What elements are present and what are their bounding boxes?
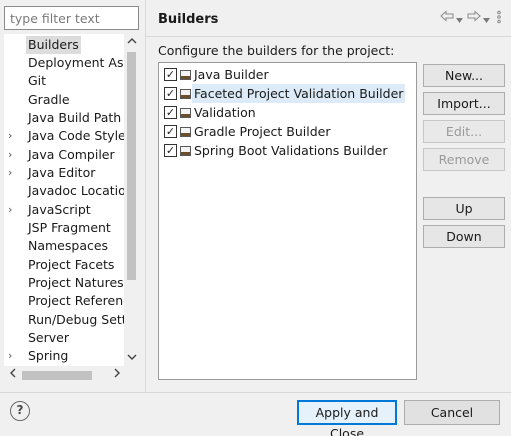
- tree-item-label: Deployment Assembly: [28, 55, 124, 70]
- builder-icon: [180, 146, 191, 156]
- chevron-down-icon[interactable]: [124, 352, 139, 366]
- preference-tree: Builders Deployment Assembly Git Gradle …: [4, 34, 139, 384]
- builder-row-spring-boot-validations[interactable]: ✓ Spring Boot Validations Builder: [161, 141, 413, 160]
- tree-item-label: Javadoc Location: [28, 183, 124, 198]
- chevron-up-icon[interactable]: [124, 36, 139, 50]
- tree-item-label: Gradle: [28, 92, 70, 107]
- tree-item-label: Run/Debug Settings: [28, 312, 124, 327]
- tree-item-server[interactable]: Server: [4, 329, 124, 347]
- builder-label: Spring Boot Validations Builder: [194, 143, 388, 158]
- back-arrow-icon[interactable]: [440, 10, 454, 25]
- tree-horizontal-scrollbar[interactable]: [4, 366, 139, 384]
- tree-item-label: Server: [28, 330, 69, 345]
- builder-checkbox[interactable]: ✓: [164, 87, 177, 100]
- builder-label: Faceted Project Validation Builder: [192, 84, 406, 103]
- expand-arrow-icon[interactable]: ›: [8, 146, 18, 164]
- builder-checkbox[interactable]: ✓: [164, 68, 177, 81]
- tree-item-spring[interactable]: › Spring: [4, 347, 124, 365]
- tree-item-label: Project Natures: [28, 275, 124, 290]
- title-separator: [146, 36, 511, 37]
- cancel-button[interactable]: Cancel: [404, 400, 500, 425]
- tree-item-label: Java Compiler: [28, 147, 115, 162]
- new-button[interactable]: New...: [423, 64, 505, 87]
- down-button[interactable]: Down: [423, 225, 505, 248]
- scroll-corner: [124, 366, 139, 384]
- tree-item-java-editor[interactable]: › Java Editor: [4, 164, 124, 182]
- edit-button[interactable]: Edit...: [423, 120, 505, 143]
- tree-item-java-code-style[interactable]: › Java Code Style: [4, 127, 124, 145]
- tree-item-label: Spring: [28, 348, 69, 363]
- tree-item-label: Git: [28, 73, 47, 88]
- builder-checkbox[interactable]: ✓: [164, 125, 177, 138]
- tree-item-label: Project References: [28, 293, 124, 308]
- builder-row-validation[interactable]: ✓ Validation: [161, 103, 413, 122]
- up-button[interactable]: Up: [423, 197, 505, 220]
- tree-item-project-natures[interactable]: Project Natures: [4, 274, 124, 292]
- tree-item-label: Namespaces: [28, 238, 109, 253]
- expand-arrow-icon[interactable]: ›: [8, 347, 18, 365]
- tree-item-label: Java Build Path: [28, 110, 122, 125]
- tree-item-label: JavaScript: [28, 202, 91, 217]
- tree-item-gradle[interactable]: Gradle: [4, 91, 124, 109]
- forward-arrow-icon[interactable]: [467, 10, 481, 25]
- apply-and-close-button[interactable]: Apply and Close: [297, 400, 397, 436]
- tree-item-label: Java Editor: [28, 165, 96, 180]
- tree-item-java-build-path[interactable]: Java Build Path: [4, 109, 124, 127]
- builder-row-gradle-project-builder[interactable]: ✓ Gradle Project Builder: [161, 122, 413, 141]
- tree-item-label: Builders: [26, 36, 81, 54]
- expand-arrow-icon[interactable]: ›: [8, 164, 18, 182]
- view-menu-icon[interactable]: [496, 10, 502, 27]
- builder-icon: [180, 108, 191, 118]
- builder-label: Java Builder: [194, 67, 269, 82]
- help-icon[interactable]: ?: [10, 401, 30, 421]
- tree-item-namespaces[interactable]: Namespaces: [4, 237, 124, 255]
- tree-item-label: Project Facets: [28, 257, 115, 272]
- filter-input[interactable]: [4, 6, 139, 30]
- builder-checkbox[interactable]: ✓: [164, 106, 177, 119]
- builder-checkbox[interactable]: ✓: [164, 144, 177, 157]
- vertical-scroll-thumb[interactable]: [127, 52, 136, 280]
- footer-separator: [0, 392, 511, 393]
- tree-item-jsp-fragment[interactable]: JSP Fragment: [4, 219, 124, 237]
- import-button[interactable]: Import...: [423, 92, 505, 115]
- tree-item-deployment-assembly[interactable]: Deployment Assembly: [4, 54, 124, 72]
- dropdown-icon[interactable]: [483, 13, 490, 26]
- tree-item-javadoc-location[interactable]: Javadoc Location: [4, 182, 124, 200]
- builder-icon: [180, 89, 191, 99]
- builders-list[interactable]: ✓ Java Builder ✓ Faceted Project Validat…: [158, 62, 417, 380]
- tree-item-javascript[interactable]: › JavaScript: [4, 201, 124, 219]
- tree-item-project-facets[interactable]: Project Facets: [4, 256, 124, 274]
- builder-row-java-builder[interactable]: ✓ Java Builder: [161, 65, 413, 84]
- chevron-left-icon[interactable]: [6, 366, 20, 384]
- builder-icon: [180, 70, 191, 80]
- page-description: Configure the builders for the project:: [158, 43, 395, 58]
- chevron-right-icon[interactable]: [110, 366, 124, 384]
- tree-item-java-compiler[interactable]: › Java Compiler: [4, 146, 124, 164]
- tree-item-project-references[interactable]: Project References: [4, 292, 124, 310]
- tree-item-git[interactable]: Git: [4, 72, 124, 90]
- page-title: Builders: [158, 12, 219, 27]
- builder-label: Gradle Project Builder: [194, 124, 331, 139]
- pane-divider[interactable]: [145, 0, 146, 392]
- tree-item-label: JSP Fragment: [28, 220, 111, 235]
- page-nav-toolbar: [440, 10, 506, 26]
- builder-label: Validation: [194, 105, 256, 120]
- tree-item-label: Java Code Style: [28, 128, 124, 143]
- remove-button[interactable]: Remove: [423, 148, 505, 171]
- builder-row-faceted-project-validation[interactable]: ✓ Faceted Project Validation Builder: [161, 84, 413, 103]
- tree-item-run-debug-settings[interactable]: Run/Debug Settings: [4, 311, 124, 329]
- expand-arrow-icon[interactable]: ›: [8, 127, 18, 145]
- expand-arrow-icon[interactable]: ›: [8, 201, 18, 219]
- dropdown-icon[interactable]: [456, 13, 463, 26]
- builder-icon: [180, 127, 191, 137]
- horizontal-scroll-thumb[interactable]: [22, 371, 92, 380]
- tree-item-builders[interactable]: Builders: [4, 36, 124, 54]
- tree-vertical-scrollbar[interactable]: [124, 34, 139, 366]
